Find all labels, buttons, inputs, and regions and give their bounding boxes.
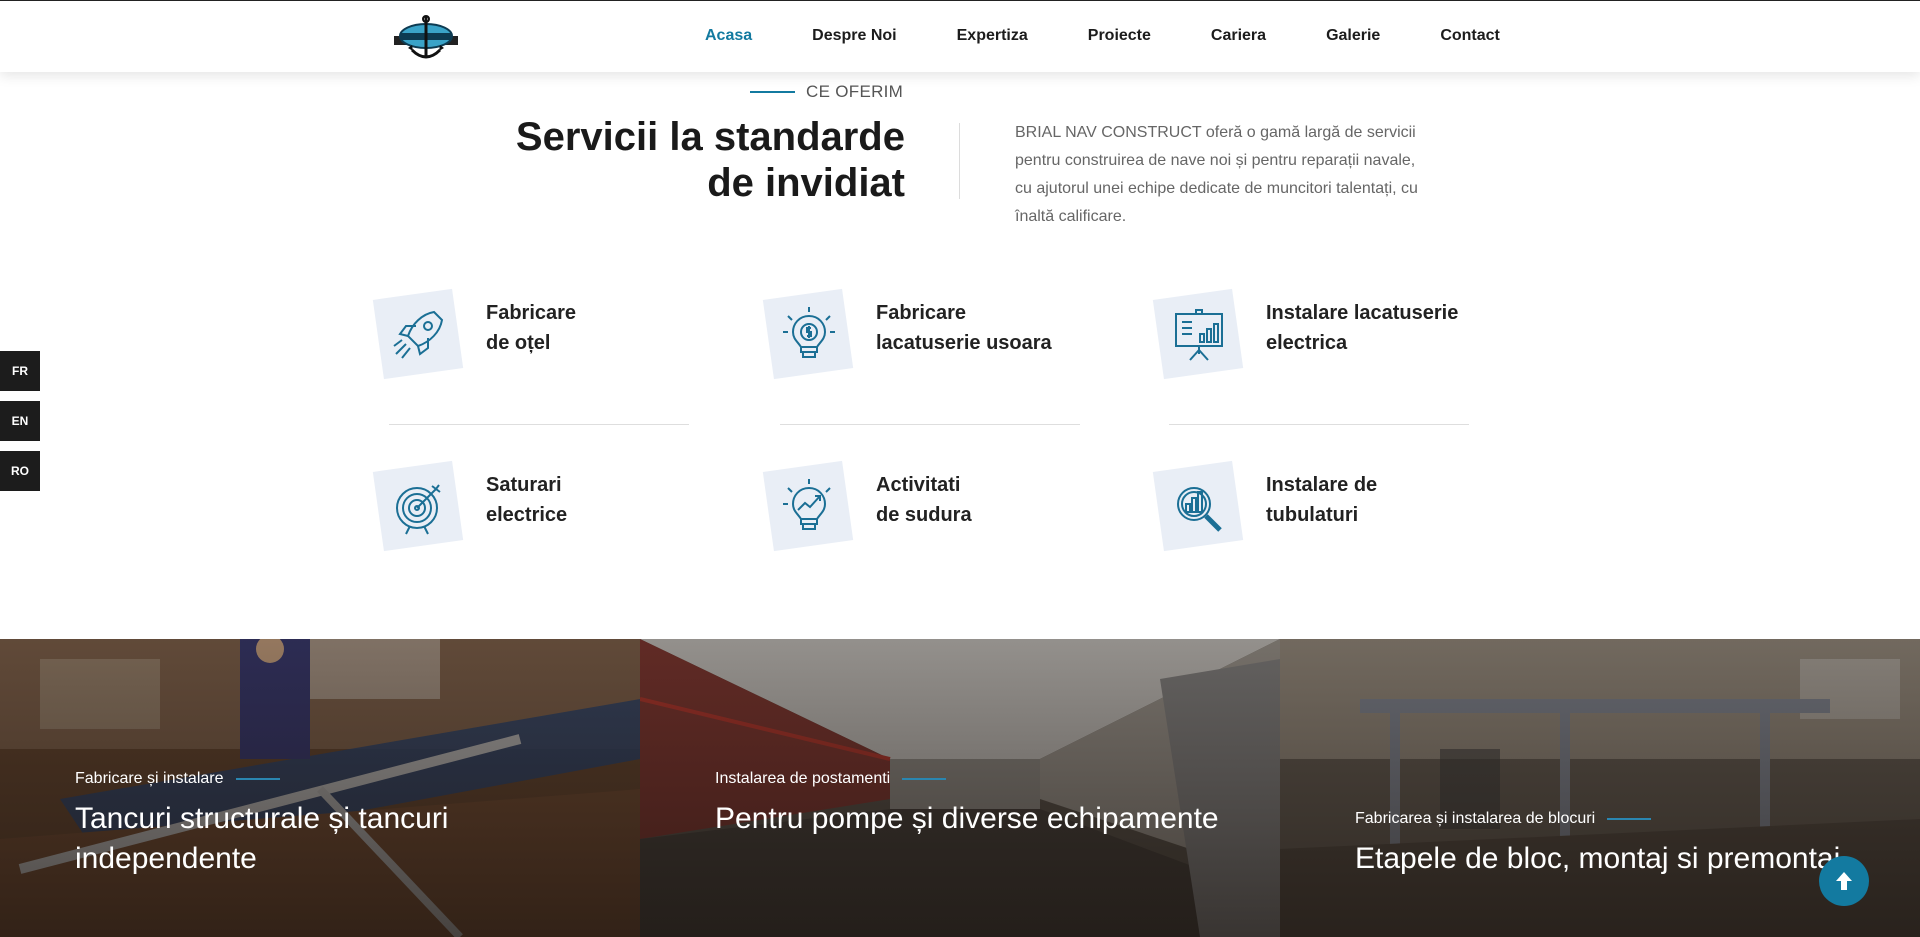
card-title: Etapele de bloc, montaj si premontaj — [1355, 842, 1841, 875]
nav-link-expertiza[interactable]: Expertiza — [957, 27, 1028, 45]
card-title: Tancuri structurale și tancuri independe… — [75, 802, 449, 875]
card-shade — [0, 639, 640, 937]
card-category: Instalarea de postamenti — [715, 770, 947, 788]
language-en-button[interactable]: EN — [0, 401, 40, 441]
card-category: Fabricare și instalare — [75, 770, 280, 788]
service-title-line-2: electrica — [1266, 332, 1348, 354]
card-category-text: Fabricare și instalare — [75, 770, 224, 787]
service-divider — [1169, 424, 1469, 425]
card-category: Fabricarea și instalarea de blocuri — [1355, 810, 1652, 828]
lightbulb-growth-icon — [762, 460, 854, 552]
service-title-line-2: electrice — [486, 504, 568, 526]
service-title-line-2: tubulaturi — [1266, 504, 1359, 526]
card-dash — [1607, 818, 1652, 820]
service-item-lacatuserie-electrica[interactable]: Instalare lacatuserie electrica — [1152, 288, 1486, 380]
intro-paragraph: BRIAL NAV CONSTRUCT oferă o gamă largă d… — [1015, 124, 1418, 225]
nav-link-galerie[interactable]: Galerie — [1326, 27, 1380, 45]
nav-link-cariera[interactable]: Cariera — [1211, 27, 1266, 45]
service-title-line-2: lacatuserie usoara — [876, 332, 1052, 354]
service-item-lacatuserie-usoara[interactable]: Fabricare lacatuserie usoara — [762, 288, 1096, 380]
service-title-line-1: Activitati — [876, 474, 961, 496]
service-item-fabricare-otel[interactable]: Fabricare de oțel — [372, 288, 706, 380]
service-title-line-1: Saturari — [486, 474, 562, 496]
heading-line-2: de invidiat — [707, 161, 905, 205]
card-dash — [902, 778, 947, 780]
arrow-up-icon — [1836, 872, 1852, 890]
service-divider — [780, 424, 1080, 425]
magnifier-chart-icon — [1152, 460, 1244, 552]
card-category-text: Instalarea de postamenti — [715, 770, 891, 787]
service-title-line-1: Instalare lacatuserie — [1266, 302, 1459, 324]
service-title-line-1: Fabricare — [876, 302, 967, 324]
language-ro-button[interactable]: RO — [0, 451, 40, 491]
language-fr-button[interactable]: FR — [0, 351, 40, 391]
card-dash — [235, 778, 280, 780]
presentation-board-icon — [1152, 288, 1244, 380]
lightbulb-dollar-icon — [762, 288, 854, 380]
heading-line-1: Servicii la standarde — [515, 115, 905, 159]
service-title: Fabricare de oțel — [486, 298, 706, 358]
anchor-logo-icon[interactable] — [392, 14, 460, 62]
main-nav: Acasa Despre Noi Expertiza Proiecte Cari… — [705, 1, 1500, 71]
nav-link-proiecte[interactable]: Proiecte — [1088, 27, 1151, 45]
service-divider — [389, 424, 689, 425]
nav-link-acasa[interactable]: Acasa — [705, 27, 752, 45]
service-title-line-2: de sudura — [876, 504, 972, 526]
eyebrow-text: CE OFERIM — [806, 82, 904, 101]
project-card-postamenti[interactable]: Instalarea de postamenti Pentru pompe și… — [640, 639, 1280, 937]
nav-link-contact[interactable]: Contact — [1440, 27, 1500, 45]
service-title-line-2: de oțel — [486, 332, 551, 354]
nav-link-despre-noi[interactable]: Despre Noi — [812, 27, 896, 45]
service-item-tubulaturi[interactable]: Instalare de tubulaturi — [1152, 460, 1486, 552]
service-title-line-1: Instalare de — [1266, 474, 1378, 496]
project-card-tancuri[interactable]: Fabricare și instalare Tancuri structura… — [0, 639, 640, 937]
eyebrow-line — [750, 91, 795, 93]
section-heading: Servicii la standarde de invidiat — [445, 114, 905, 206]
service-item-saturari-electrice[interactable]: Saturari electrice — [372, 460, 706, 552]
section-eyebrow: CE OFERIM — [750, 82, 903, 102]
service-title: Saturari electrice — [486, 470, 706, 530]
card-category-text: Fabricarea și instalarea de blocuri — [1355, 810, 1596, 827]
vertical-divider — [959, 123, 960, 199]
scroll-to-top-button[interactable] — [1819, 856, 1869, 906]
target-icon — [372, 460, 464, 552]
service-title-line-1: Fabricare — [486, 302, 577, 324]
service-title: Instalare lacatuserie electrica — [1266, 298, 1486, 358]
card-shade — [640, 639, 1280, 937]
service-item-sudura[interactable]: Activitati de sudura — [762, 460, 1096, 552]
project-cards: Fabricare și instalare Tancuri structura… — [0, 639, 1920, 937]
service-title: Fabricare lacatuserie usoara — [876, 298, 1096, 358]
service-title: Instalare de tubulaturi — [1266, 470, 1486, 530]
rocket-icon — [372, 288, 464, 380]
site-header: Acasa Despre Noi Expertiza Proiecte Cari… — [0, 0, 1920, 72]
service-title: Activitati de sudura — [876, 470, 1096, 530]
card-title: Pentru pompe și diverse echipamente — [715, 802, 1219, 835]
